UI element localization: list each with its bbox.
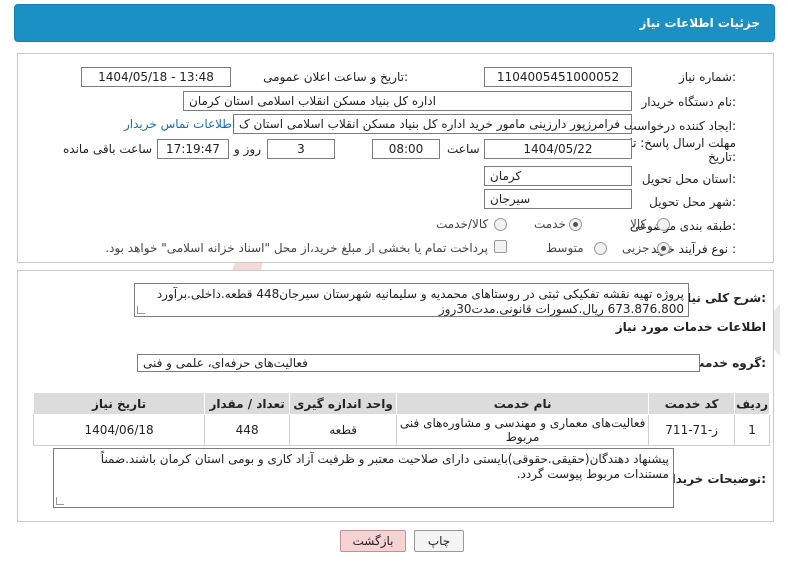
payment-note: پرداخت تمام یا بخشی از مبلغ خرید،از محل … <box>105 241 488 255</box>
buyer-notes-text: پیشنهاد دهندگان(حقیقی.حقوقی)بایستی دارای… <box>100 452 669 481</box>
process-option-medium: متوسط <box>546 241 584 255</box>
cell-service-code: ز-71-711 <box>648 414 736 446</box>
deadline-label-line2: تاریخ: <box>708 150 736 164</box>
announce-label: تاریخ و ساعت اعلان عمومی: <box>263 70 408 84</box>
cell-quantity: 448 <box>204 414 291 446</box>
category-option-goods-service: کالا/خدمت <box>436 217 489 231</box>
back-button[interactable]: بازگشت <box>340 530 406 552</box>
category-option-goods: کالا <box>630 217 647 231</box>
need-number-label: شماره نیاز: <box>678 70 736 84</box>
summary-textarea[interactable]: پروژه تهیه نقشه تفکیکی ثبتی در روستاهای … <box>134 283 689 317</box>
province-field[interactable]: کرمان <box>484 166 632 186</box>
resize-handle-icon[interactable] <box>137 306 145 314</box>
process-radio-medium[interactable] <box>594 242 607 255</box>
creator-label: ایجاد کننده درخواست: <box>625 119 736 133</box>
creator-field[interactable]: علی فرامرزپور دارزینی مامور خرید اداره ک… <box>233 114 632 134</box>
category-radio-goods-service[interactable] <box>494 218 507 231</box>
table-row[interactable]: 1 ز-71-711 فعالیت‌های معماری و مهندسی و … <box>32 414 770 446</box>
cell-unit: قطعه <box>289 414 398 446</box>
days-field[interactable]: 3 <box>267 139 335 159</box>
service-group-field[interactable]: فعالیت‌های حرفه‌ای، علمی و فنی <box>137 354 700 372</box>
deadline-label-line1: مهلت ارسال پاسخ: تا <box>629 136 736 150</box>
contact-buyer-link[interactable]: اطلاعات تماس خریدار <box>124 117 235 131</box>
summary-label: شرح کلی نیاز: <box>680 291 766 305</box>
service-group-label: گروه خدمت: <box>692 356 766 370</box>
process-option-minor: جزیی <box>622 241 650 255</box>
table-header-row: ردیف کد خدمت نام خدمت واحد اندازه گیری ت… <box>32 392 770 415</box>
cell-need-date: 1404/06/18 <box>32 414 206 446</box>
print-button[interactable]: چاپ <box>414 530 464 552</box>
process-radio-minor[interactable] <box>657 242 670 255</box>
remaining-time-field[interactable]: 17:19:47 <box>157 139 229 159</box>
col-row: ردیف <box>734 392 770 415</box>
cell-row: 1 <box>734 414 770 446</box>
col-quantity: تعداد / مقدار <box>204 392 291 415</box>
province-label: استان محل تحویل: <box>641 172 736 186</box>
city-field[interactable]: سیرجان <box>484 189 632 209</box>
services-table: ردیف کد خدمت نام خدمت واحد اندازه گیری ت… <box>32 392 770 446</box>
services-section-title: اطلاعات خدمات مورد نیاز <box>615 320 766 334</box>
panel-header: جزئیات اطلاعات نیاز <box>14 4 775 42</box>
announce-field[interactable]: 1404/05/18 - 13:48 <box>81 67 231 87</box>
city-label: شهر محل تحویل: <box>649 195 736 209</box>
col-need-date: تاریخ نیاز <box>32 392 206 415</box>
deadline-time-field[interactable]: 08:00 <box>372 139 440 159</box>
deadline-date-field[interactable]: 1404/05/22 <box>484 139 632 159</box>
summary-text: پروژه تهیه نقشه تفکیکی ثبتی در روستاهای … <box>156 287 684 316</box>
col-service-code: کد خدمت <box>648 392 736 415</box>
page-title: جزئیات اطلاعات نیاز <box>639 16 760 30</box>
col-service-name: نام خدمت <box>396 392 650 415</box>
resize-handle-icon[interactable] <box>56 497 64 505</box>
remaining-label: ساعت باقی مانده <box>63 142 153 156</box>
time-label: ساعت <box>447 142 480 156</box>
buyer-notes-label: توضیحات خریدار: <box>664 472 766 486</box>
buyer-field[interactable]: اداره کل بنیاد مسکن انقلاب اسلامی استان … <box>183 91 632 111</box>
cell-service-name: فعالیت‌های معماری و مهندسی و مشاوره‌های … <box>396 414 650 446</box>
buyer-notes-textarea[interactable]: پیشنهاد دهندگان(حقیقی.حقوقی)بایستی دارای… <box>53 448 674 508</box>
category-radio-service[interactable] <box>569 218 582 231</box>
need-number-field[interactable]: 1104005451000052 <box>484 67 632 87</box>
days-label: روز و <box>234 142 261 156</box>
category-radio-goods[interactable] <box>657 218 670 231</box>
col-unit: واحد اندازه گیری <box>289 392 398 415</box>
buyer-label: نام دستگاه خریدار: <box>641 95 737 109</box>
category-option-service: خدمت <box>534 217 566 231</box>
payment-checkbox[interactable] <box>494 240 507 253</box>
